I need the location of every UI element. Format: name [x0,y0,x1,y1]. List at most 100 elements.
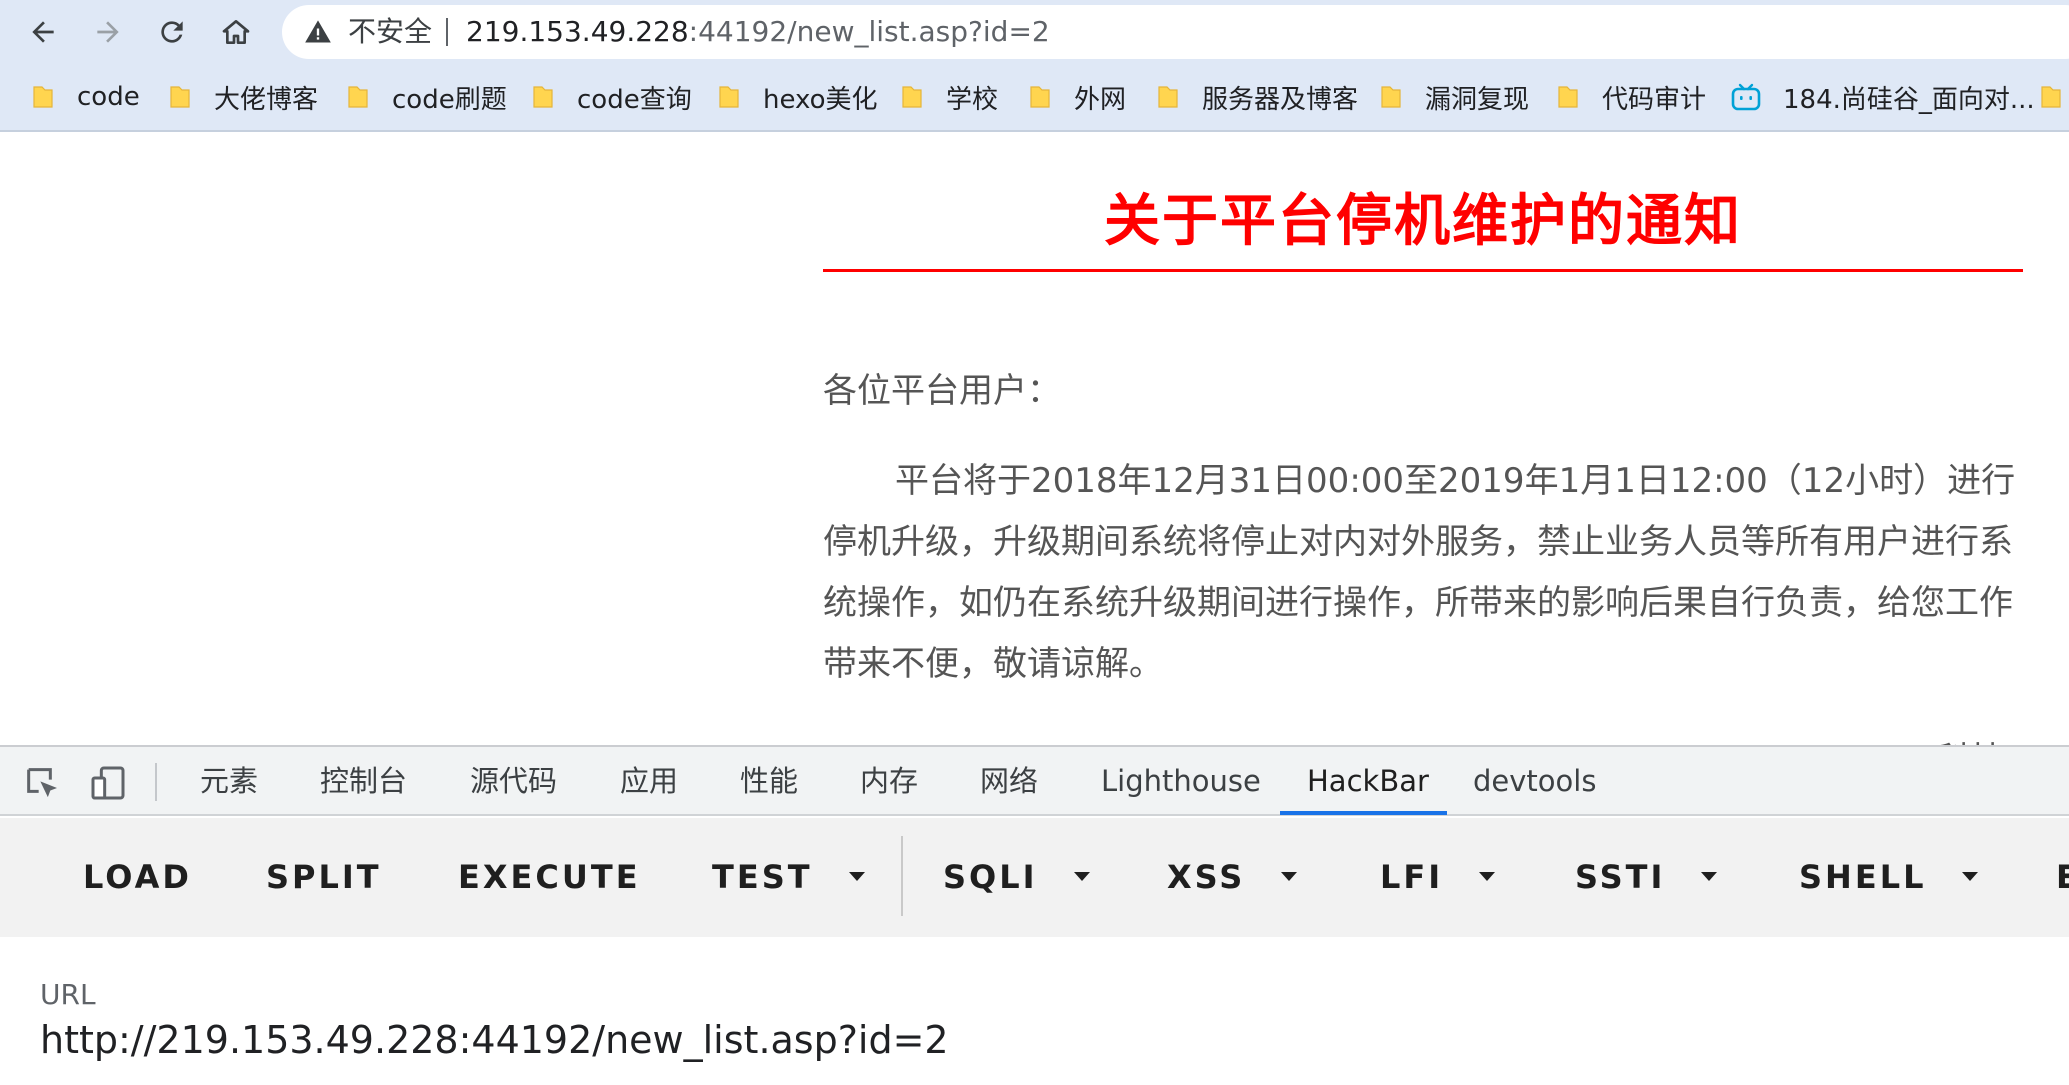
bookmark-label: code刷题 [392,84,507,115]
tab-sources[interactable]: 源代码 [470,747,557,816]
bookmark-label: 代码审计 [1602,84,1707,115]
inspect-element-icon[interactable] [22,763,62,803]
device-toolbar-icon[interactable] [88,763,128,803]
ssti-dropdown[interactable]: SSTI [1575,818,1718,937]
bookmark-code[interactable]: code [31,64,140,130]
execute-button[interactable]: EXECUTE [458,818,641,937]
test-dropdown[interactable]: TEST [712,818,865,937]
bookmarks-bar: code 大佬博客 code刷题 code查询 hexo美化 学校 外网 服务器… [0,64,2069,132]
warning-icon[interactable] [304,18,332,46]
folder-icon [2041,86,2061,108]
bookmark-overflow[interactable] [2039,64,2069,130]
url-input[interactable]: http://219.153.49.228:44192/new_list.asp… [40,1018,949,1062]
folder-icon [348,86,368,108]
bookmark-hexo[interactable]: hexo美化 [717,64,878,130]
bookmark-code-audit[interactable]: 代码审计 [1556,64,1706,130]
caret-down-icon [1701,871,1718,881]
bookmark-servers-blog[interactable]: 服务器及博客 [1156,64,1358,130]
reload-icon [161,21,183,43]
button-label: LOAD [83,858,192,896]
back-button[interactable] [19,8,67,56]
address-bar-divider [446,18,448,46]
caret-down-icon [1281,871,1298,881]
bookmark-vuln-repro[interactable]: 漏洞复现 [1379,64,1529,130]
folder-icon [1381,86,1401,108]
caret-down-icon [1479,871,1496,881]
bookmark-label: 184.尚硅谷_面向对... [1783,84,2035,115]
home-icon [222,20,250,44]
address-url[interactable]: 219.153.49.228:44192/new_list.asp?id=2 [466,5,1050,59]
overflow-button[interactable]: E [2056,818,2069,937]
bookmark-external[interactable]: 外网 [1028,64,1126,130]
page-content: 关于平台停机维护的通知 各位平台用户： 平台将于2018年12月31日00:00… [0,132,2069,745]
sqli-dropdown[interactable]: SQLI [943,818,1090,937]
folder-icon [719,86,739,108]
tab-hackbar[interactable]: HackBar [1307,747,1429,816]
load-button[interactable]: LOAD [83,818,192,937]
bookmark-school[interactable]: 学校 [900,64,998,130]
bookmark-label: 漏洞复现 [1425,84,1530,115]
notice-greeting: 各位平台用户： [823,371,1061,411]
reload-button[interactable] [148,8,196,56]
button-label: E [2056,858,2069,896]
browser-toolbar: 不安全 219.153.49.228:44192/new_list.asp?id… [0,0,2069,64]
security-label[interactable]: 不安全 [348,5,432,59]
devtools-panel: 元素 控制台 源代码 应用 性能 内存 网络 Lighthouse HackBa… [0,745,2069,1085]
xss-dropdown[interactable]: XSS [1167,818,1298,937]
url-host: 219.153.49.228 [466,15,689,48]
button-label: SHELL [1799,858,1927,896]
button-label: SSTI [1575,858,1666,896]
bookmark-label: 服务器及博客 [1202,84,1359,115]
forward-button[interactable] [84,8,132,56]
url-path: :44192/new_list.asp?id=2 [688,15,1050,48]
caret-down-icon [1073,871,1090,881]
notice-title: 关于平台停机维护的通知 [1104,189,1742,254]
split-button[interactable]: SPLIT [266,818,382,937]
button-label: SPLIT [266,858,382,896]
bookmark-label: 大佬博客 [214,84,319,115]
button-label: LFI [1380,858,1444,896]
tab-console[interactable]: 控制台 [320,747,407,816]
bookmark-code-lookup[interactable]: code查询 [531,64,692,130]
notice-signature: XWAY科技 [1840,732,2004,745]
tab-devtools[interactable]: devtools [1473,747,1596,816]
folder-icon [170,86,190,108]
bilibili-icon [1731,83,1761,111]
bookmark-label: code [77,82,140,112]
folder-icon [1030,86,1050,108]
active-tab-indicator [1280,811,1447,815]
address-bar[interactable]: 不安全 219.153.49.228:44192/new_list.asp?id… [282,5,2069,59]
folder-icon [1158,86,1178,108]
bookmark-bilibili-video[interactable]: 184.尚硅谷_面向对... [1731,64,2035,130]
bookmark-label: hexo美化 [763,84,878,115]
folder-icon [1558,86,1578,108]
folder-icon [902,86,922,108]
hackbar-toolbar: LOAD SPLIT EXECUTE TEST SQLI XSS LFI SST… [0,818,2069,937]
bookmark-label: code查询 [577,84,692,115]
lfi-dropdown[interactable]: LFI [1380,818,1496,937]
url-field-label: URL [40,978,96,1011]
title-divider [823,269,2023,272]
tab-bar-divider [155,763,157,801]
tab-memory[interactable]: 内存 [860,747,918,816]
tab-lighthouse[interactable]: Lighthouse [1101,747,1261,816]
home-button[interactable] [212,8,260,56]
shell-dropdown[interactable]: SHELL [1799,818,1979,937]
button-label: TEST [712,858,813,896]
bookmark-dalao-blog[interactable]: 大佬博客 [168,64,318,130]
tab-performance[interactable]: 性能 [740,747,798,816]
caret-down-icon [848,871,865,881]
button-label: XSS [1167,858,1246,896]
bookmark-code-practice[interactable]: code刷题 [346,64,507,130]
arrow-left-icon [32,21,54,43]
caret-down-icon [1962,871,1979,881]
notice-body: 平台将于2018年12月31日00:00至2019年1月1日12:00（12小时… [823,461,2016,684]
tab-elements[interactable]: 元素 [200,747,258,816]
tab-application[interactable]: 应用 [620,747,678,816]
arrow-right-icon [97,21,119,43]
hackbar-divider [901,836,903,916]
folder-icon [33,86,53,108]
tab-network[interactable]: 网络 [980,747,1038,816]
bookmark-label: 外网 [1074,84,1127,115]
folder-icon [533,86,553,108]
